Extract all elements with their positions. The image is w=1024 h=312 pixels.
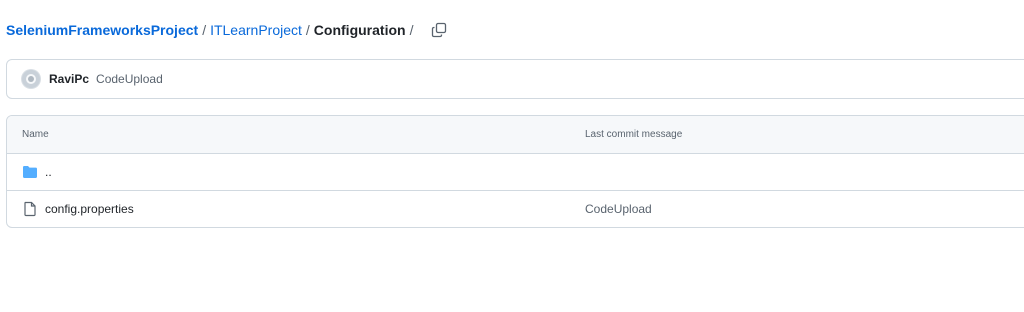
- latest-commit-bar: RaviPc CodeUpload: [6, 59, 1024, 99]
- breadcrumb-parent-link[interactable]: ITLearnProject: [210, 22, 302, 38]
- breadcrumb-separator: /: [202, 22, 207, 38]
- parent-directory-link[interactable]: ..: [45, 165, 52, 179]
- column-header-last-commit-message: Last commit message: [585, 129, 683, 140]
- row-commit-message[interactable]: CodeUpload: [585, 202, 652, 216]
- breadcrumb: SeleniumFrameworksProject / ITLearnProje…: [6, 20, 449, 40]
- breadcrumb-root-link[interactable]: SeleniumFrameworksProject: [6, 22, 198, 38]
- file-table: Name Last commit message .. config.prope…: [6, 115, 1024, 228]
- table-header: Name Last commit message: [7, 116, 1024, 154]
- commit-author-link[interactable]: RaviPc: [49, 72, 89, 86]
- copy-path-button[interactable]: [429, 20, 449, 40]
- breadcrumb-separator: /: [305, 22, 310, 38]
- folder-icon: [22, 164, 38, 180]
- avatar-icon: [22, 70, 40, 88]
- file-icon: [22, 201, 38, 217]
- file-name-link[interactable]: config.properties: [45, 202, 134, 216]
- avatar[interactable]: [21, 69, 41, 89]
- table-row-parent-directory[interactable]: ..: [7, 154, 1024, 190]
- breadcrumb-separator: /: [409, 22, 414, 38]
- commit-message-link[interactable]: CodeUpload: [96, 72, 163, 86]
- table-row-config-properties[interactable]: config.properties CodeUpload: [7, 190, 1024, 227]
- copy-icon: [432, 22, 447, 38]
- column-header-name: Name: [22, 129, 49, 140]
- breadcrumb-current: Configuration: [313, 22, 406, 38]
